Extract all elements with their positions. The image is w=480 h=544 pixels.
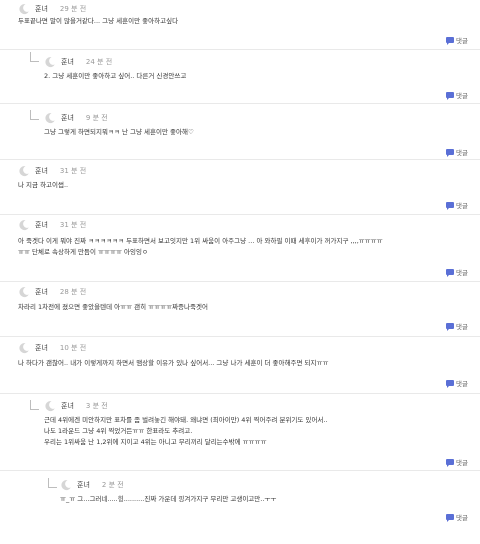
comment-time: 9 분 전 [85,114,108,122]
reply-indent-icon [48,478,57,488]
reply-button[interactable]: 댓글 [446,90,468,100]
comment-nickname[interactable]: 훈녀 [35,4,48,14]
comment-body: ㅠ_ㅠ 그...그러네.....힝..........진짜 가운데 낑겨가지구 … [60,495,277,503]
moon-avatar-icon [44,400,56,412]
comment: 훈녀 28 분 전 차라리 1차전에 졌으면 좋았을텐데 아ㅠㅠ 괜히 ㅠㅠㅠㅠ… [0,282,480,337]
comment-time: 28 분 전 [59,288,87,296]
comment-nickname[interactable]: 훈녀 [61,57,74,67]
reply-button[interactable]: 댓글 [446,378,468,388]
reply-button[interactable]: 댓글 [446,267,468,277]
reply-button[interactable]: 댓글 [446,147,468,157]
reply-button[interactable]: 댓글 [446,200,468,210]
reply-button-label: 댓글 [456,323,468,331]
comment-time: 31 분 전 [59,221,87,229]
reply-button[interactable]: 댓글 [446,35,468,45]
moon-avatar-icon [44,56,56,68]
comment-nickname[interactable]: 훈녀 [77,480,90,490]
comment: 훈녀 31 분 전 아 죽겟다 이게 뭐야 진짜 ㅋㅋㅋㅋㅋㅋ 두표하면서 보고… [0,215,480,282]
moon-avatar-icon [18,342,30,354]
comment: 훈녀 10 분 전 나 하다가 괜찮어.. 내가 이렇게까지 하면서 맴상할 이… [0,337,480,394]
comment: 훈녀 31 분 전 나 지금 하고이썹.. 댓글 [0,160,480,215]
comment-body: 나 하다가 괜찮어.. 내가 이렇게까지 하면서 맴상할 이유가 있나 싶어서.… [18,359,329,367]
comment-time: 29 분 전 [59,5,87,13]
reply-button-label: 댓글 [456,37,468,45]
comment-list: 훈녀 29 분 전 두표끝나면 말이 많을거같다... 그냥 세훈이만 좋아하고… [0,0,480,544]
comment-bubble-icon [446,202,455,210]
comment-time: 10 분 전 [59,344,87,352]
comment-body: 아 죽겟다 이게 뭐야 진짜 ㅋㅋㅋㅋㅋㅋ 두표하면서 보고잇지만 1위 싸움이… [18,237,383,256]
comment-bubble-icon [446,459,455,467]
comment-body: 근데 4위에겐 미안하지만 표차를 좀 벌려놓긴 해야돼. 왜냐면 (최아이만)… [44,416,328,446]
moon-avatar-icon [18,219,30,231]
comment-nickname[interactable]: 훈녀 [35,166,48,176]
comment-bubble-icon [446,269,455,277]
comment-nickname[interactable]: 훈녀 [35,343,48,353]
reply-comment: 훈녀 3 분 전 근데 4위에겐 미안하지만 표차를 좀 벌려놓긴 해야돼. 왜… [0,394,480,471]
reply-button[interactable]: 댓글 [446,321,468,331]
reply-comment: 훈녀 9 분 전 그냥 그렇게 하면되지뭐ㅋㅋ 난 그냥 세훈이만 좋아해♡ 댓… [0,104,480,160]
moon-avatar-icon [18,3,30,15]
reply-button-label: 댓글 [456,149,468,157]
comment-time: 2 분 전 [101,481,124,489]
comment-body: 차라리 1차전에 졌으면 좋았을텐데 아ㅠㅠ 괜히 ㅠㅠㅠㅠ짜증나죽겟어 [18,303,208,311]
comment-nickname[interactable]: 훈녀 [35,287,48,297]
comment-bubble-icon [446,92,455,100]
comment-bubble-icon [446,514,455,522]
comment-nickname[interactable]: 훈녀 [61,401,74,411]
reply-button-label: 댓글 [456,380,468,388]
comment-body: 그냥 그렇게 하면되지뭐ㅋㅋ 난 그냥 세훈이만 좋아해♡ [44,128,194,136]
reply-button-label: 댓글 [456,92,468,100]
reply-button-label: 댓글 [456,269,468,277]
comment-nickname[interactable]: 훈녀 [61,113,74,123]
comment-time: 31 분 전 [59,167,87,175]
reply-indent-icon [30,52,39,62]
reply-button-label: 댓글 [456,459,468,467]
comment-time: 24 분 전 [85,58,113,66]
comment-bubble-icon [446,380,455,388]
reply-comment: 훈녀 24 분 전 2. 그냥 세훈이만 좋아하고 싶어.. 다른거 신경안쓰고… [0,50,480,104]
reply-button-label: 댓글 [456,202,468,210]
comment: 훈녀 29 분 전 두표끝나면 말이 많을거같다... 그냥 세훈이만 좋아하고… [0,0,480,50]
comment-nickname[interactable]: 훈녀 [35,220,48,230]
reply-button-label: 댓글 [456,514,468,522]
reply-comment: 훈녀 2 분 전 ㅠ_ㅠ 그...그러네.....힝..........진짜 가… [0,471,480,544]
comment-body: 2. 그냥 세훈이만 좋아하고 싶어.. 다른거 신경안쓰고 [44,72,187,80]
comment-time: 3 분 전 [85,402,108,410]
comment-body: 나 지금 하고이썹.. [18,181,69,189]
reply-button[interactable]: 댓글 [446,512,468,522]
moon-avatar-icon [60,479,72,491]
moon-avatar-icon [18,286,30,298]
comment-bubble-icon [446,149,455,157]
comment-bubble-icon [446,323,455,331]
comment-body: 두표끝나면 말이 많을거같다... 그냥 세훈이만 좋아하고싶다 [18,17,179,25]
comment-bubble-icon [446,37,455,45]
reply-button[interactable]: 댓글 [446,457,468,467]
reply-indent-icon [30,110,39,120]
reply-indent-icon [30,400,39,410]
moon-avatar-icon [18,165,30,177]
moon-avatar-icon [44,112,56,124]
